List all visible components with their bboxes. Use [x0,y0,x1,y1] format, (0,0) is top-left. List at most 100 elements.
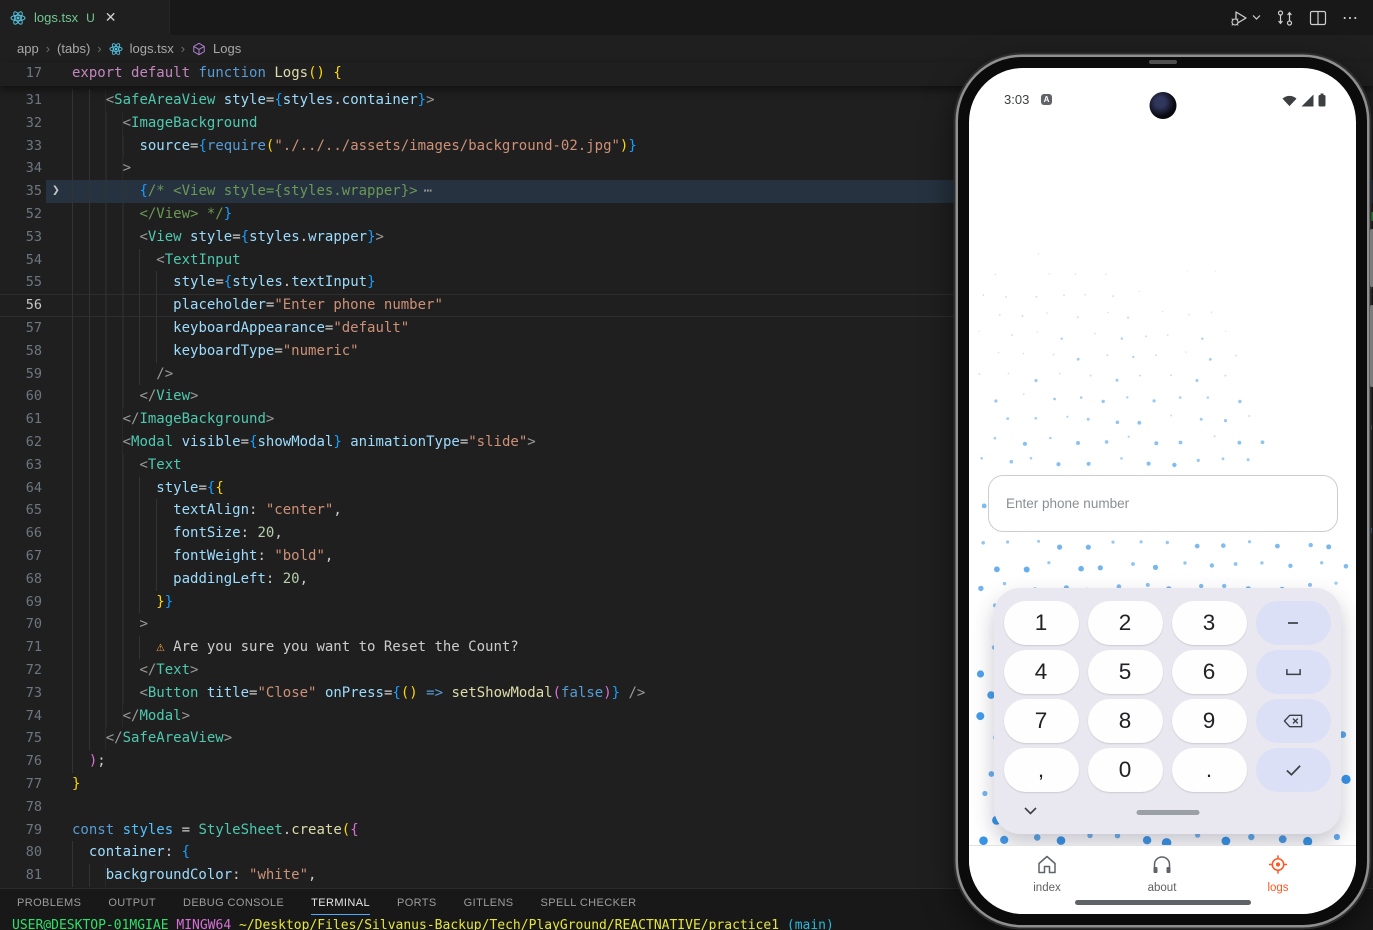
home-indicator[interactable] [1074,900,1251,905]
breadcrumb-file[interactable]: logs.tsx [130,41,174,56]
tab-logs-tsx[interactable]: logs.tsx U ✕ [0,0,170,35]
overview-ruler-added-marker [1366,212,1373,221]
key-5[interactable]: 5 [1087,650,1163,694]
line-number: 32 [25,114,42,131]
key-6[interactable]: 6 [1171,650,1247,694]
line-number: 76 [25,753,42,770]
line-number: 74 [25,707,42,724]
line-number: 72 [25,661,42,678]
line-number: 31 [25,92,42,108]
wifi-icon [1282,95,1297,107]
untracked-badge: U [86,10,95,25]
line-number: 61 [25,411,42,428]
nav-item-index[interactable]: index [1002,854,1092,894]
run-debug-icon [1231,10,1247,26]
tab-title: logs.tsx [34,10,79,25]
react-file-icon [10,10,26,25]
status-icons [1282,93,1326,107]
check-icon [1285,765,1301,776]
panel-tab-ports[interactable]: PORTS [397,891,437,914]
key-1[interactable]: 1 [1003,601,1079,645]
space-icon [1285,669,1301,676]
overview-ruler-cursor-marker [1367,528,1372,533]
chevron-down-icon [1024,807,1037,815]
line-number: 80 [25,844,42,861]
front-camera [1149,92,1176,119]
line-number: 56 [25,297,42,314]
split-editor-icon [1309,10,1327,25]
chevron-down-icon [1252,15,1261,20]
minus-key[interactable] [1255,601,1331,645]
line-number: 60 [25,388,42,405]
panel-tab-output[interactable]: OUTPUT [108,891,156,914]
line-number: 66 [25,525,42,542]
panel-tab-debug-console[interactable]: DEBUG CONSOLE [183,891,284,914]
volume-button [1369,229,1373,287]
line-number: 81 [25,867,42,884]
line-number: 78 [25,798,42,815]
key-,[interactable]: , [1003,748,1079,792]
more-actions-button[interactable]: ⋯ [1342,8,1359,28]
line-number: 65 [25,502,42,519]
line-number: 64 [25,479,42,496]
panel-tab-terminal[interactable]: TERMINAL [311,891,370,915]
line-number: 63 [25,456,42,473]
open-changes-button[interactable] [1276,9,1294,27]
panel-tab-gitlens[interactable]: GITLENS [464,891,514,914]
space-key[interactable] [1255,650,1331,694]
power-button [1369,305,1373,387]
breadcrumb-tabs[interactable]: (tabs) [57,41,90,56]
key-0[interactable]: 0 [1087,748,1163,792]
line-number: 79 [25,821,42,838]
phone-number-input[interactable]: Enter phone number [988,475,1338,532]
line-number: 75 [25,730,42,747]
line-number: 52 [25,205,42,222]
key-9[interactable]: 9 [1171,699,1247,743]
line-number: 53 [25,228,42,245]
line-number: 68 [25,570,42,587]
breadcrumb-app[interactable]: app [17,41,39,56]
vscode-window: logs.tsx U ✕ ⋯ app › (tabs) › logs.tsx ›… [0,0,1373,930]
split-editor-button[interactable] [1309,10,1327,26]
status-time: 3:03 [1004,92,1030,107]
line-number: 69 [25,593,42,610]
keyboard-collapse-button[interactable] [1024,802,1037,820]
phone-speaker [1148,60,1177,64]
key-4[interactable]: 4 [1003,650,1079,694]
line-number: 73 [25,684,42,701]
battery-icon [1318,93,1326,107]
nav-item-logs[interactable]: logs [1233,854,1323,894]
fold-chevron-icon[interactable]: ❯ [52,180,60,203]
key-3[interactable]: 3 [1171,601,1247,645]
close-icon[interactable]: ✕ [105,9,117,26]
enter-key[interactable] [1255,748,1331,792]
breadcrumb-symbol[interactable]: Logs [213,41,241,56]
key-7[interactable]: 7 [1003,699,1079,743]
run-or-debug-button[interactable] [1230,9,1261,27]
nav-label: index [1033,882,1061,894]
panel-tab-spell-checker[interactable]: SPELL CHECKER [541,891,637,914]
breadcrumb-separator: › [45,41,51,56]
panel-tab-problems[interactable]: PROBLEMS [17,891,81,914]
home-icon [1038,855,1056,874]
keyboard-drag-handle[interactable] [1136,810,1199,815]
terminal-prompt[interactable]: USER@DESKTOP-01MGIAE MINGW64 ~/Desktop/F… [12,918,834,930]
line-number: 70 [25,616,42,633]
line-number: 71 [25,639,42,656]
key-2[interactable]: 2 [1087,601,1163,645]
phone-mirror-window: 3:03 A Enter phone number 123 456 789, 0 .… [958,57,1373,925]
editor-actions: ⋯ [1230,0,1359,35]
line-number: 54 [25,251,42,268]
symbol-function-icon [193,42,205,55]
backspace-key[interactable] [1255,699,1331,743]
line-number: 62 [25,433,42,450]
line-number: 67 [25,547,42,564]
line-number: 57 [25,319,42,336]
key-.[interactable]: . [1171,748,1247,792]
overview-ruler-marker [1367,425,1372,430]
status-notification-icon: A [1041,94,1052,105]
key-8[interactable]: 8 [1087,699,1163,743]
nav-item-about[interactable]: about [1117,854,1207,894]
breadcrumb-separator: › [97,41,102,56]
line-number: 33 [25,137,42,154]
